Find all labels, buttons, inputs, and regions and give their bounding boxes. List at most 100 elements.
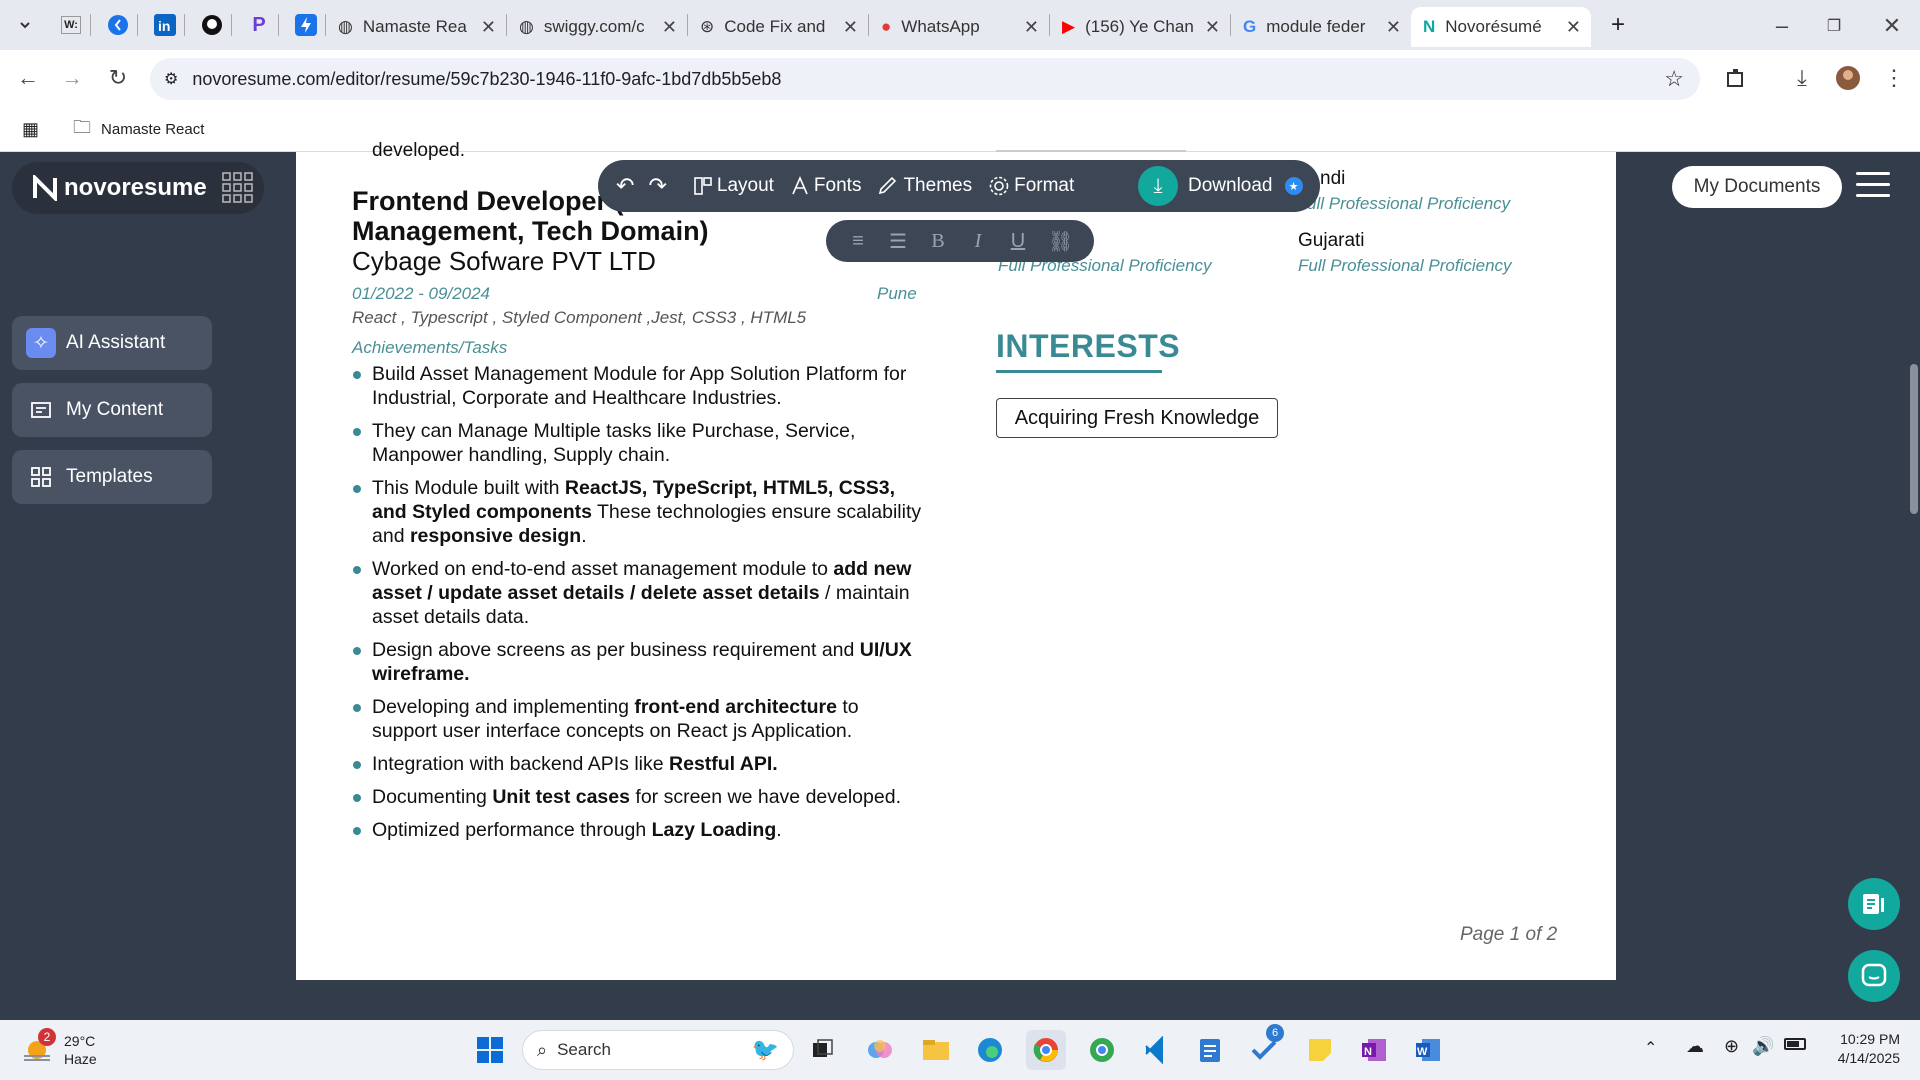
close-icon[interactable]: ✕	[843, 17, 858, 38]
underline-button[interactable]: U	[1008, 230, 1028, 253]
tab-youtube[interactable]: ▶ (156) Ye Chan ✕	[1050, 7, 1230, 47]
italic-button[interactable]: I	[968, 230, 988, 253]
link-icon[interactable]: ⛓	[1048, 229, 1073, 254]
language-proficiency[interactable]: ull Professional Proficiency	[1307, 194, 1510, 214]
achievements-list[interactable]: Build Asset Management Module for App So…	[352, 362, 922, 851]
bold-button[interactable]: B	[928, 230, 948, 253]
tab-novoresume[interactable]: N Novorésumé ✕	[1411, 7, 1591, 47]
tab-code-fix[interactable]: ⊛ Code Fix and ✕	[688, 7, 868, 47]
sticky-notes-icon[interactable]	[1300, 1030, 1340, 1070]
my-documents-button[interactable]: My Documents	[1672, 166, 1842, 208]
hamburger-menu-icon[interactable]	[1856, 172, 1890, 202]
reload-button[interactable]: ↻	[100, 60, 136, 96]
file-explorer-icon[interactable]	[916, 1030, 956, 1070]
close-icon[interactable]: ✕	[1024, 17, 1039, 38]
tab-namaste-react[interactable]: ◍ Namaste Rea ✕	[326, 7, 506, 47]
chat-button[interactable]	[1848, 950, 1900, 1002]
layout-button[interactable]: Layout	[693, 175, 774, 197]
align-left-icon[interactable]: ≡	[848, 230, 868, 253]
start-button[interactable]	[470, 1030, 510, 1070]
bookmark-star-icon[interactable]: ☆	[1664, 66, 1684, 92]
omnibox[interactable]: ⚙ novoresume.com/editor/resume/59c7b230-…	[150, 58, 1700, 100]
download-button[interactable]: ⤓ Download ★	[1138, 164, 1308, 208]
pinned-tab-blue-icon[interactable]	[99, 8, 137, 42]
apps-grid-icon[interactable]	[221, 171, 255, 205]
sidebar-item-ai-assistant[interactable]: ✧ AI Assistant	[12, 316, 212, 370]
chevron-up-icon[interactable]: ⌃	[1644, 1038, 1657, 1058]
list-item[interactable]: This Module built with ReactJS, TypeScri…	[352, 476, 922, 548]
company-name[interactable]: Cybage Sofware PVT LTD	[352, 246, 656, 277]
edge-icon[interactable]	[970, 1030, 1010, 1070]
pinned-tab-linkedin[interactable]: in	[146, 8, 184, 42]
list-item[interactable]: Build Asset Management Module for App So…	[352, 362, 922, 410]
onenote-icon[interactable]: N	[1354, 1030, 1394, 1070]
system-clock[interactable]: 10:29 PM 4/14/2025	[1830, 1030, 1900, 1068]
format-button[interactable]: Format	[988, 175, 1074, 197]
achievements-label[interactable]: Achievements/Tasks	[352, 338, 507, 358]
apps-grid-icon[interactable]: ▦	[22, 119, 39, 140]
document-panel-button[interactable]	[1848, 878, 1900, 930]
downloads-icon[interactable]: ⤓	[1784, 60, 1820, 96]
close-icon[interactable]: ✕	[1566, 17, 1581, 38]
pinned-tab-bolt-icon[interactable]	[287, 8, 325, 42]
site-info-icon[interactable]: ⚙	[164, 69, 178, 89]
logo-box[interactable]: novoresume	[12, 162, 264, 214]
taskbar-search[interactable]: ⌕ Search 🐦	[522, 1030, 794, 1070]
pinned-tab-github[interactable]	[193, 8, 231, 42]
close-window-button[interactable]: ✕	[1874, 8, 1910, 44]
volume-icon[interactable]: 🔊	[1752, 1036, 1774, 1057]
network-icon[interactable]: ⊕	[1724, 1036, 1739, 1057]
restore-button[interactable]: ❐	[1816, 8, 1852, 44]
language-proficiency[interactable]: Full Professional Proficiency	[1298, 256, 1512, 276]
minimize-button[interactable]: –	[1764, 8, 1800, 44]
task-view-icon[interactable]	[802, 1030, 842, 1070]
interests-heading[interactable]: INTERESTS	[996, 328, 1180, 365]
list-item[interactable]: They can Manage Multiple tasks like Purc…	[352, 419, 922, 467]
interest-chip[interactable]: Acquiring Fresh Knowledge	[996, 398, 1278, 438]
tab-swiggy[interactable]: ◍ swiggy.com/c ✕	[507, 7, 687, 47]
resume-text-fragment[interactable]: developed.	[372, 140, 465, 162]
pinned-tab-purple-icon[interactable]: P	[240, 8, 278, 42]
pinned-tab-wikipedia[interactable]: W:	[52, 8, 90, 42]
redo-icon[interactable]: ↷	[648, 173, 666, 199]
vscode-icon[interactable]	[1136, 1030, 1176, 1070]
fonts-button[interactable]: Fonts	[790, 175, 861, 197]
notepad-icon[interactable]	[1190, 1030, 1230, 1070]
list-item[interactable]: Developing and implementing front-end ar…	[352, 695, 922, 743]
back-button[interactable]: ←	[10, 60, 46, 96]
chrome-profile-icon[interactable]	[1082, 1030, 1122, 1070]
themes-button[interactable]: Themes	[877, 175, 972, 197]
close-icon[interactable]: ✕	[1205, 17, 1220, 38]
undo-icon[interactable]: ↶	[616, 173, 634, 199]
list-item[interactable]: Worked on end-to-end asset management mo…	[352, 557, 922, 629]
close-icon[interactable]: ✕	[1386, 17, 1401, 38]
language-name[interactable]: ndi	[1320, 168, 1345, 190]
tab-search-dropdown[interactable]	[6, 8, 44, 42]
chrome-icon[interactable]	[1026, 1030, 1066, 1070]
employment-dates[interactable]: 01/2022 - 09/2024	[352, 284, 490, 304]
new-tab-button[interactable]: +	[1599, 8, 1637, 42]
sidebar-item-my-content[interactable]: My Content	[12, 383, 212, 437]
weather-widget[interactable]: 29°C Haze	[64, 1032, 97, 1068]
onedrive-icon[interactable]: ☁	[1686, 1036, 1704, 1057]
tab-whatsapp[interactable]: ● WhatsApp ✕	[869, 7, 1049, 47]
url-text[interactable]: novoresume.com/editor/resume/59c7b230-19…	[192, 69, 781, 90]
battery-icon[interactable]	[1784, 1038, 1806, 1050]
weather-icon[interactable]: 2	[20, 1028, 60, 1070]
language-name[interactable]: Gujarati	[1298, 230, 1365, 252]
tech-stack[interactable]: React , Typescript , Styled Component ,J…	[352, 308, 806, 328]
close-icon[interactable]: ✕	[481, 17, 496, 38]
tab-google-module-federation[interactable]: Gmodule feder ✕	[1231, 7, 1411, 47]
profile-avatar[interactable]	[1830, 60, 1866, 96]
list-item[interactable]: Documenting Unit test cases for screen w…	[352, 785, 922, 809]
list-item[interactable]: Integration with backend APIs like Restf…	[352, 752, 922, 776]
forward-button[interactable]: →	[54, 60, 90, 96]
word-icon[interactable]: W	[1408, 1030, 1448, 1070]
employment-location[interactable]: Pune	[877, 284, 917, 304]
sidebar-item-templates[interactable]: Templates	[12, 450, 212, 504]
list-item[interactable]: Design above screens as per business req…	[352, 638, 922, 686]
copilot-icon[interactable]	[860, 1030, 900, 1070]
list-item[interactable]: Optimized performance through Lazy Loadi…	[352, 818, 922, 842]
todo-icon[interactable]: 6	[1244, 1024, 1284, 1070]
scrollbar[interactable]	[1910, 364, 1918, 514]
